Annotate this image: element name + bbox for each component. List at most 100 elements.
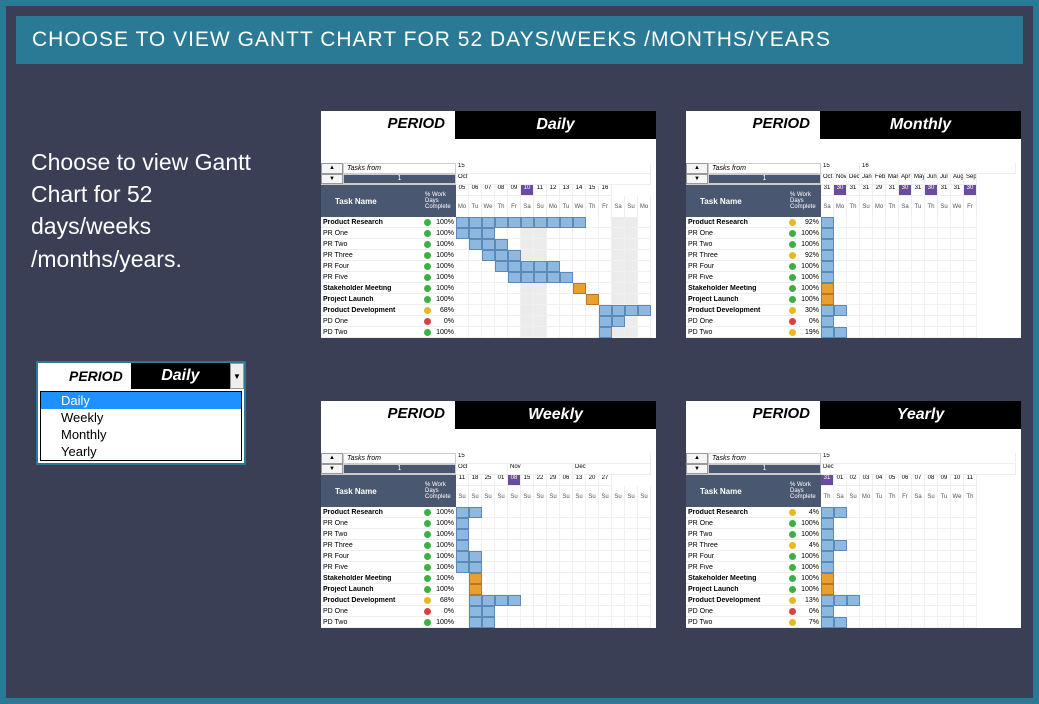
- timeline-group-cell: Jul: [938, 174, 951, 185]
- gantt-cell: [625, 518, 638, 529]
- dropdown-arrow-icon[interactable]: ▼: [230, 363, 244, 389]
- timeline-group-cell: Dec: [821, 464, 1016, 475]
- gantt-cell: [599, 606, 612, 617]
- gantt-cell: [456, 272, 469, 283]
- gantt-row: [456, 551, 656, 562]
- timeline-day-cell: Su: [612, 486, 625, 507]
- scroll-up-button[interactable]: ▲: [686, 453, 708, 464]
- task-row: PR Two100%: [686, 529, 821, 540]
- gantt-cell: [547, 294, 560, 305]
- scroll-up-button[interactable]: ▲: [321, 453, 343, 464]
- gantt-cell: [586, 261, 599, 272]
- period-option-yearly[interactable]: Yearly: [41, 443, 241, 460]
- timeline-num-cell: 09: [508, 185, 521, 196]
- timeline-num-cell: 31: [951, 185, 964, 196]
- gantt-cell: [482, 573, 495, 584]
- gantt-cell: [847, 283, 860, 294]
- timeline-num-cell: 15: [521, 475, 534, 486]
- status-dot-icon: [789, 520, 796, 527]
- gantt-cell: [469, 551, 482, 562]
- timeline-day-cell: Th: [886, 486, 899, 507]
- task-name-cell: PR One: [321, 520, 421, 527]
- timeline-group-cell: Mar: [886, 174, 899, 185]
- tasks-from-value[interactable]: 1: [343, 464, 456, 475]
- timeline-group-cell: Nov: [834, 174, 847, 185]
- gantt-cell: [860, 316, 873, 327]
- period-option-weekly[interactable]: Weekly: [41, 409, 241, 426]
- scroll-up-button[interactable]: ▲: [686, 163, 708, 174]
- gantt-cell: [951, 261, 964, 272]
- task-row: Stakeholder Meeting100%: [686, 283, 821, 294]
- scroll-down-button[interactable]: ▼: [686, 174, 708, 185]
- scroll-down-button[interactable]: ▼: [321, 464, 343, 475]
- gantt-cell: [847, 327, 860, 338]
- gantt-cell: [495, 327, 508, 338]
- gantt-cell: [495, 551, 508, 562]
- gantt-cell: [469, 294, 482, 305]
- gantt-cell: [521, 239, 534, 250]
- scroll-down-button[interactable]: ▼: [686, 464, 708, 475]
- gantt-row: [456, 283, 656, 294]
- timeline-group-cell: Oct: [456, 464, 508, 475]
- gantt-cell: [886, 228, 899, 239]
- timeline-day-cell: Th: [586, 196, 599, 217]
- gantt-cell: [534, 250, 547, 261]
- period-option-monthly[interactable]: Monthly: [41, 426, 241, 443]
- gantt-cell: [508, 217, 521, 228]
- task-name-cell: Product Research: [686, 509, 786, 516]
- gantt-cell: [560, 327, 573, 338]
- gantt-cell: [912, 540, 925, 551]
- task-name-cell: PD One: [686, 318, 786, 325]
- gantt-cell: [938, 518, 951, 529]
- gantt-cell: [925, 529, 938, 540]
- gantt-cell: [951, 283, 964, 294]
- gantt-cell: [964, 551, 977, 562]
- status-dot-icon: [424, 564, 431, 571]
- tasks-from-value[interactable]: 1: [708, 464, 821, 475]
- timeline-num-cell: 07: [912, 475, 925, 486]
- timeline-day-cell: Su: [625, 486, 638, 507]
- gantt-cell: [834, 507, 847, 518]
- gantt-cell: [821, 239, 834, 250]
- gantt-cell: [495, 294, 508, 305]
- pct-complete: 100%: [434, 274, 456, 281]
- gantt-cell: [495, 595, 508, 606]
- timeline-num-cell: 01: [495, 475, 508, 486]
- task-row: Product Research100%: [321, 507, 456, 518]
- scroll-down-button[interactable]: ▼: [321, 174, 343, 185]
- status-dot-icon: [789, 619, 796, 626]
- gantt-cell: [560, 228, 573, 239]
- gantt-cell: [456, 540, 469, 551]
- task-row: PR Two100%: [321, 529, 456, 540]
- gantt-cell: [873, 606, 886, 617]
- pct-complete: 100%: [799, 285, 821, 292]
- task-name-cell: Product Development: [686, 307, 786, 314]
- tasks-from-value[interactable]: 1: [708, 174, 821, 185]
- gantt-cell: [912, 573, 925, 584]
- gantt-cell: [873, 518, 886, 529]
- gantt-cell: [482, 305, 495, 316]
- scroll-up-button[interactable]: ▲: [321, 163, 343, 174]
- gantt-cell: [586, 294, 599, 305]
- gantt-cell: [625, 507, 638, 518]
- period-selector: PERIOD Daily ▼ DailyWeeklyMonthlyYearly: [36, 361, 246, 465]
- gantt-cell: [925, 228, 938, 239]
- task-row: Product Development13%: [686, 595, 821, 606]
- gantt-cell: [560, 283, 573, 294]
- pct-complete: 100%: [434, 553, 456, 560]
- tasks-from-value[interactable]: 1: [343, 174, 456, 185]
- gantt-cell: [925, 217, 938, 228]
- period-option-daily[interactable]: Daily: [41, 392, 241, 409]
- task-row: PD Two100%: [321, 327, 456, 338]
- gantt-cell: [899, 250, 912, 261]
- timeline-year-cell: 15: [456, 163, 651, 174]
- status-dot-icon: [424, 509, 431, 516]
- gantt-cell: [821, 540, 834, 551]
- gantt-cell: [521, 217, 534, 228]
- timeline-day-cell: Su: [847, 486, 860, 507]
- gantt-row: [821, 228, 1021, 239]
- gantt-row: [821, 540, 1021, 551]
- period-value[interactable]: Daily: [131, 363, 230, 389]
- gantt-cell: [938, 272, 951, 283]
- pct-complete: 100%: [799, 575, 821, 582]
